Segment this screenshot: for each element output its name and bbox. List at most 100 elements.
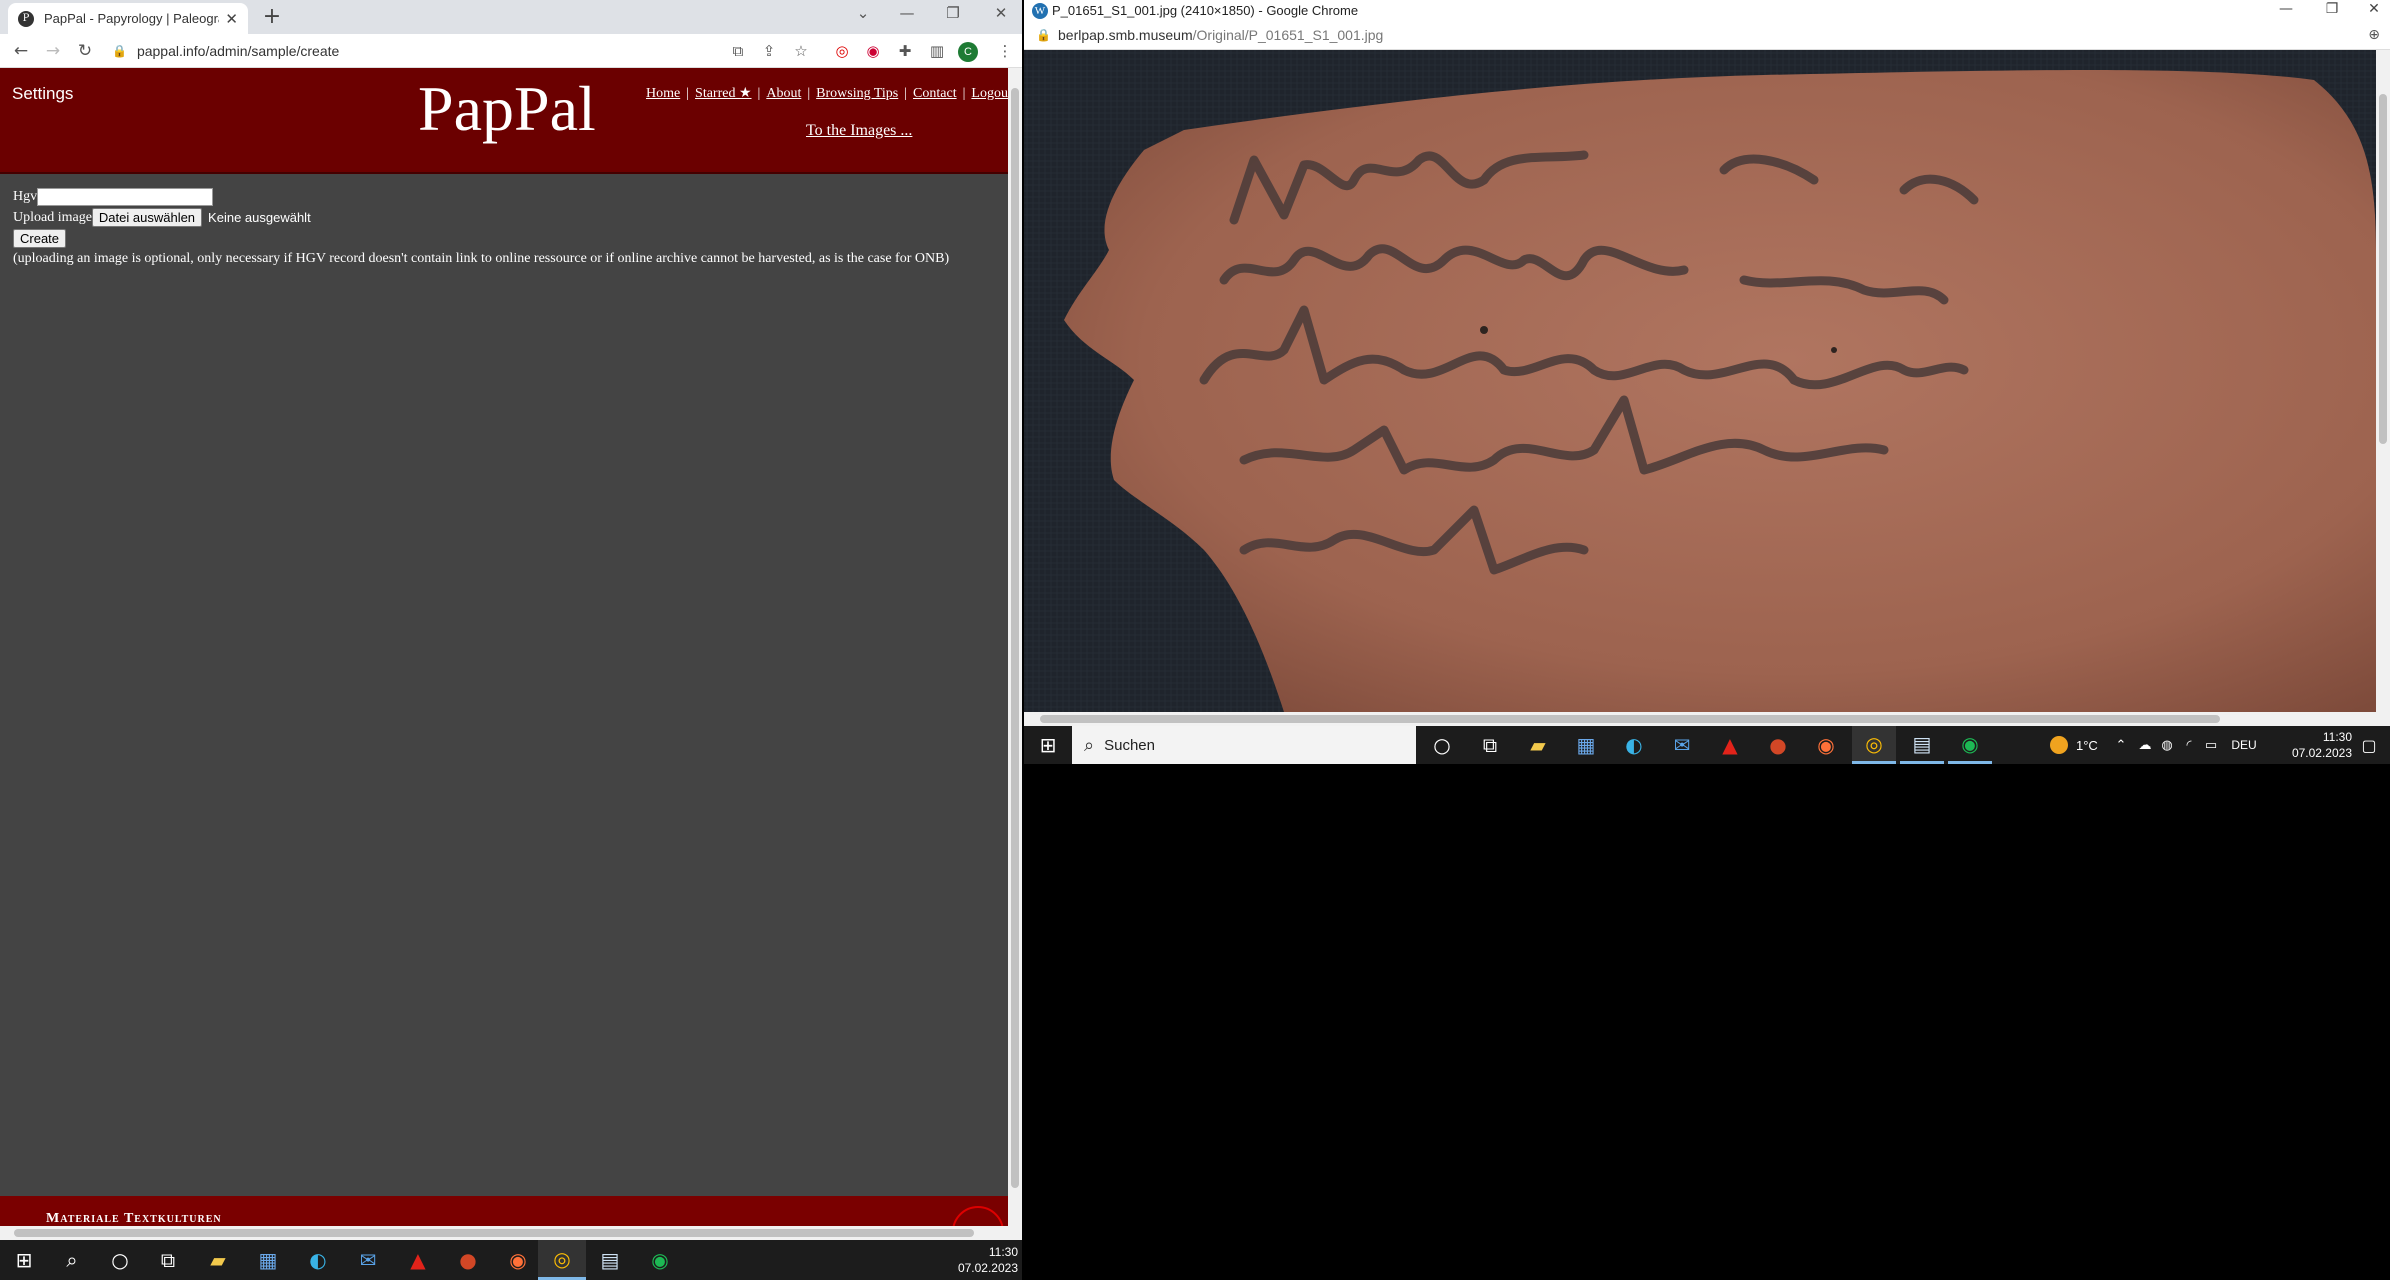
desktop: P PapPal - Papyrology | Paleograph ✕ + ⌄… bbox=[0, 0, 2390, 1280]
search-icon: ⌕ bbox=[1084, 734, 1095, 756]
side-panel-icon[interactable]: ▥ bbox=[926, 42, 948, 60]
new-tab-button[interactable]: + bbox=[258, 4, 286, 29]
file-status: Keine ausgewählt bbox=[208, 210, 311, 225]
extensions-puzzle-icon[interactable]: ✚ bbox=[894, 42, 916, 60]
nav-starred[interactable]: Starred ★ bbox=[695, 86, 751, 101]
url-host: berlpap.smb.museum bbox=[1058, 27, 1193, 43]
taskbar-search-box[interactable]: ⌕ Suchen bbox=[1072, 726, 1416, 764]
restore-button[interactable]: ❐ bbox=[938, 4, 968, 22]
powerpoint-icon[interactable]: ● bbox=[450, 1240, 486, 1280]
minimize-button[interactable]: — bbox=[2272, 1, 2300, 17]
firefox-icon[interactable]: ◉ bbox=[500, 1240, 536, 1280]
share-icon[interactable]: ⇪ bbox=[758, 42, 780, 60]
nav-browsing-tips[interactable]: Browsing Tips bbox=[816, 86, 898, 101]
scrollbar-thumb[interactable] bbox=[14, 1229, 974, 1237]
close-window-button[interactable]: ✕ bbox=[986, 4, 1016, 22]
scrollbar-thumb[interactable] bbox=[1011, 88, 1019, 1188]
right-browser-window: W P_01651_S1_001.jpg (2410×1850) - Googl… bbox=[1024, 0, 2390, 726]
chrome-icon[interactable]: ◎ bbox=[1852, 726, 1896, 764]
address-url[interactable]: pappal.info/admin/sample/create bbox=[137, 43, 339, 59]
nav-home[interactable]: Home bbox=[646, 86, 680, 101]
upload-image-label: Upload image bbox=[13, 209, 92, 225]
spotify-icon[interactable]: ◉ bbox=[642, 1240, 678, 1280]
to-images-link[interactable]: To the Images ... bbox=[806, 122, 912, 140]
nav-logout[interactable]: Logou bbox=[971, 86, 1008, 101]
restore-button[interactable]: ❐ bbox=[2318, 1, 2346, 17]
scrollbar-thumb[interactable] bbox=[2379, 94, 2387, 444]
reload-button[interactable]: ↻ bbox=[72, 41, 98, 61]
task-view-icon[interactable]: ⧉ bbox=[1472, 726, 1508, 764]
clock-left[interactable]: 11:30 07.02.2023 bbox=[950, 1244, 1018, 1276]
create-button[interactable]: Create bbox=[13, 229, 67, 248]
clock-right[interactable]: 11:30 07.02.2023 bbox=[2276, 729, 2352, 761]
address-bar[interactable]: 🔒 pappal.info/admin/sample/create bbox=[112, 38, 712, 64]
chrome-icon[interactable]: ◎ bbox=[538, 1240, 586, 1280]
sun-icon bbox=[2050, 736, 2068, 754]
hgv-input[interactable] bbox=[37, 187, 214, 206]
vertical-scrollbar[interactable] bbox=[1008, 68, 1022, 1226]
spotify-icon[interactable]: ◉ bbox=[1948, 726, 1992, 764]
nav-about[interactable]: About bbox=[766, 86, 801, 101]
minimize-button[interactable]: — bbox=[892, 4, 922, 22]
onedrive-icon[interactable]: ☁ bbox=[2134, 726, 2156, 764]
powerpoint-icon[interactable]: ● bbox=[1760, 726, 1796, 764]
task-view-icon[interactable]: ⧉ bbox=[150, 1240, 186, 1280]
bookmark-star-icon[interactable]: ☆ bbox=[790, 42, 812, 60]
edge-icon[interactable]: ◐ bbox=[300, 1240, 336, 1280]
security-icon[interactable]: ◍ bbox=[2156, 726, 2178, 764]
pappal-favicon-icon: P bbox=[18, 10, 34, 27]
horizontal-scrollbar[interactable] bbox=[0, 1226, 1022, 1240]
ostracon-image bbox=[1024, 50, 2376, 712]
search-icon[interactable]: ⌕ bbox=[54, 1240, 90, 1280]
left-browser-window: P PapPal - Papyrology | Paleograph ✕ + ⌄… bbox=[0, 0, 1022, 1240]
tab-close-icon[interactable]: ✕ bbox=[225, 10, 238, 28]
firefox-icon[interactable]: ◉ bbox=[1808, 726, 1844, 764]
app-window-icon[interactable]: ▤ bbox=[1900, 726, 1944, 764]
zoom-icon[interactable]: ⊕ bbox=[2368, 27, 2380, 43]
right-address-bar[interactable]: 🔒 berlpap.smb.museum/Original/P_01651_S1… bbox=[1024, 22, 2390, 50]
scrollbar-thumb[interactable] bbox=[1040, 715, 2220, 723]
mail-icon[interactable]: ✉ bbox=[350, 1240, 386, 1280]
cortana-icon[interactable]: ○ bbox=[102, 1240, 138, 1280]
chevron-up-icon[interactable]: ⌃ bbox=[2110, 726, 2132, 764]
mail-icon[interactable]: ✉ bbox=[1664, 726, 1700, 764]
translate-icon[interactable]: ⧉ bbox=[727, 42, 749, 60]
forward-button[interactable]: → bbox=[40, 41, 66, 61]
choose-file-button[interactable]: Datei auswählen bbox=[91, 208, 203, 227]
windows-start-icon[interactable]: ⊞ bbox=[1030, 726, 1066, 764]
profile-avatar[interactable]: C bbox=[958, 42, 978, 62]
extension-red-icon[interactable]: ◎ bbox=[831, 42, 853, 60]
store-icon[interactable]: ▦ bbox=[1568, 726, 1604, 764]
top-navigation: Home | Starred ★ | About | Browsing Tips | Conta… bbox=[646, 86, 1008, 101]
tab-title: PapPal - Papyrology | Paleograph bbox=[44, 11, 219, 26]
nav-contact[interactable]: Contact bbox=[913, 86, 957, 101]
weather-widget[interactable]: 1°C bbox=[2050, 726, 2098, 764]
acrobat-icon[interactable]: ▲ bbox=[1712, 726, 1748, 764]
upload-note: (uploading an image is optional, only ne… bbox=[13, 251, 950, 266]
file-explorer-icon[interactable]: ▰ bbox=[1520, 726, 1556, 764]
menu-kebab-icon[interactable]: ⋮ bbox=[994, 42, 1016, 60]
tab-search-chevron-icon[interactable]: ⌄ bbox=[848, 4, 878, 22]
wifi-icon[interactable]: ◜ bbox=[2178, 726, 2200, 764]
close-window-button[interactable]: ✕ bbox=[2360, 1, 2388, 17]
taskbar-right: ⊞ ⌕ Suchen ○ ⧉ ▰ ▦ ◐ ✉ ▲ ● ◉ ◎ ▤ ◉ 1°C ⌃… bbox=[1024, 726, 2390, 764]
file-explorer-icon[interactable]: ▰ bbox=[200, 1240, 236, 1280]
notification-icon[interactable]: ▢ bbox=[2354, 726, 2384, 764]
settings-link[interactable]: Settings bbox=[12, 84, 73, 104]
cortana-icon[interactable]: ○ bbox=[1424, 726, 1460, 764]
extension-pink-icon[interactable]: ◉ bbox=[862, 42, 884, 60]
back-button[interactable]: ← bbox=[8, 41, 34, 61]
image-viewer[interactable] bbox=[1024, 50, 2376, 712]
right-address-url[interactable]: berlpap.smb.museum/Original/P_01651_S1_0… bbox=[1058, 27, 1383, 43]
site-header: Settings PapPal Home | Starred ★ | About | Bro… bbox=[0, 68, 1008, 174]
store-icon[interactable]: ▦ bbox=[250, 1240, 286, 1280]
edge-icon[interactable]: ◐ bbox=[1616, 726, 1652, 764]
battery-icon[interactable]: ▭ bbox=[2200, 726, 2222, 764]
vertical-scrollbar[interactable] bbox=[2376, 50, 2390, 712]
language-indicator[interactable]: DEU bbox=[2224, 726, 2264, 764]
acrobat-icon[interactable]: ▲ bbox=[400, 1240, 436, 1280]
horizontal-scrollbar[interactable] bbox=[1024, 712, 2390, 726]
tab-pappal[interactable]: P PapPal - Papyrology | Paleograph ✕ bbox=[8, 3, 248, 34]
windows-start-icon[interactable]: ⊞ bbox=[6, 1240, 42, 1280]
app-window-icon[interactable]: ▤ bbox=[592, 1240, 628, 1280]
